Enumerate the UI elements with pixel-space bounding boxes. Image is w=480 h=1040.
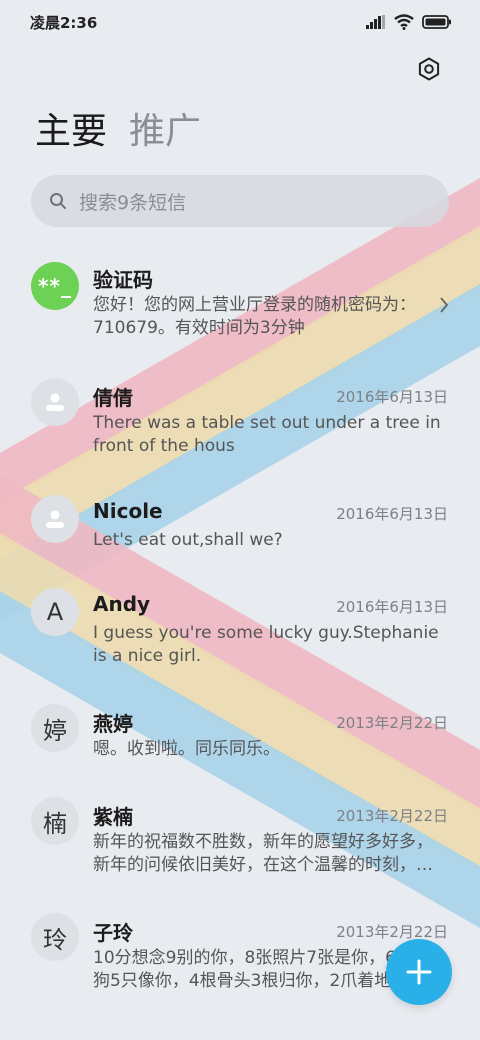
person-icon bbox=[46, 393, 64, 411]
avatar: 婷 bbox=[31, 704, 79, 752]
message-snippet: 新年的祝福数不胜数，新年的愿望好多好多，新年的问候依旧美好，在这个温馨的时刻，… bbox=[93, 832, 433, 875]
search-icon bbox=[50, 193, 66, 209]
tab-bar: 主要 推广 bbox=[35, 108, 201, 156]
avatar: A bbox=[31, 588, 79, 636]
status-icons bbox=[366, 14, 452, 30]
sender-name: 紫楠 bbox=[93, 805, 133, 829]
avatar bbox=[31, 495, 79, 543]
message-date: 2016年6月13日 bbox=[336, 388, 448, 406]
message-date: 2013年2月22日 bbox=[336, 807, 448, 825]
sender-name: 燕婷 bbox=[93, 712, 133, 736]
plus-icon bbox=[406, 959, 432, 985]
status-bar: 凌晨2:36 bbox=[0, 0, 480, 44]
battery-icon bbox=[422, 15, 451, 29]
message-item[interactable]: A Andy 2016年6月13日 I guess you're some lu… bbox=[0, 576, 480, 686]
message-snippet: I guess you're some lucky guy.Stephanie … bbox=[93, 623, 439, 666]
message-date: 2013年2月22日 bbox=[336, 714, 448, 732]
tab-promotions[interactable]: 推广 bbox=[129, 108, 201, 156]
new-message-button[interactable] bbox=[386, 939, 452, 1005]
message-date: 2016年6月13日 bbox=[336, 505, 448, 523]
sender-name: 倩倩 bbox=[93, 386, 133, 410]
status-time: 凌晨2:36 bbox=[30, 13, 98, 32]
sender-name: Nicole bbox=[93, 499, 163, 523]
message-item[interactable]: Nicole 2016年6月13日 Let's eat out,shall we… bbox=[0, 483, 480, 573]
message-snippet: 您好！您的网上营业厅登录的随机密码为：710679。有效时间为3分钟 bbox=[93, 295, 416, 338]
avatar: 楠 bbox=[31, 797, 79, 845]
avatar: 玲 bbox=[31, 913, 79, 961]
message-snippet: Let's eat out,shall we? bbox=[93, 530, 283, 550]
message-snippet: There was a table set out under a tree i… bbox=[93, 413, 441, 456]
avatar bbox=[31, 378, 79, 426]
avatar: **_ bbox=[31, 262, 79, 310]
search-placeholder: 搜索9条短信 bbox=[79, 191, 187, 214]
message-item[interactable]: 楠 紫楠 2013年2月22日 新年的祝福数不胜数，新年的愿望好多好多，新年的问… bbox=[0, 785, 480, 895]
settings-button[interactable] bbox=[414, 54, 444, 84]
message-item[interactable]: **_ 验证码 您好！您的网上营业厅登录的随机密码为：710679。有效时间为3… bbox=[0, 250, 480, 360]
message-date: 2016年6月13日 bbox=[336, 598, 448, 616]
sender-name: Andy bbox=[93, 592, 151, 616]
sender-name: 子玲 bbox=[93, 921, 133, 945]
message-date: 2013年2月22日 bbox=[336, 923, 448, 941]
message-item[interactable]: 倩倩 2016年6月13日 There was a table set out … bbox=[0, 366, 480, 476]
tab-primary[interactable]: 主要 bbox=[35, 108, 107, 156]
gear-icon bbox=[418, 57, 440, 81]
person-icon bbox=[46, 510, 64, 528]
search-bar[interactable]: 搜索9条短信 bbox=[31, 175, 449, 227]
message-item[interactable]: 婷 燕婷 2013年2月22日 嗯。收到啦。同乐同乐。 bbox=[0, 692, 480, 782]
sender-name: 验证码 bbox=[93, 268, 153, 292]
signal-icon bbox=[366, 15, 385, 29]
message-snippet: 嗯。收到啦。同乐同乐。 bbox=[93, 739, 280, 759]
chevron-right-icon bbox=[440, 297, 449, 313]
wifi-icon bbox=[394, 14, 414, 30]
